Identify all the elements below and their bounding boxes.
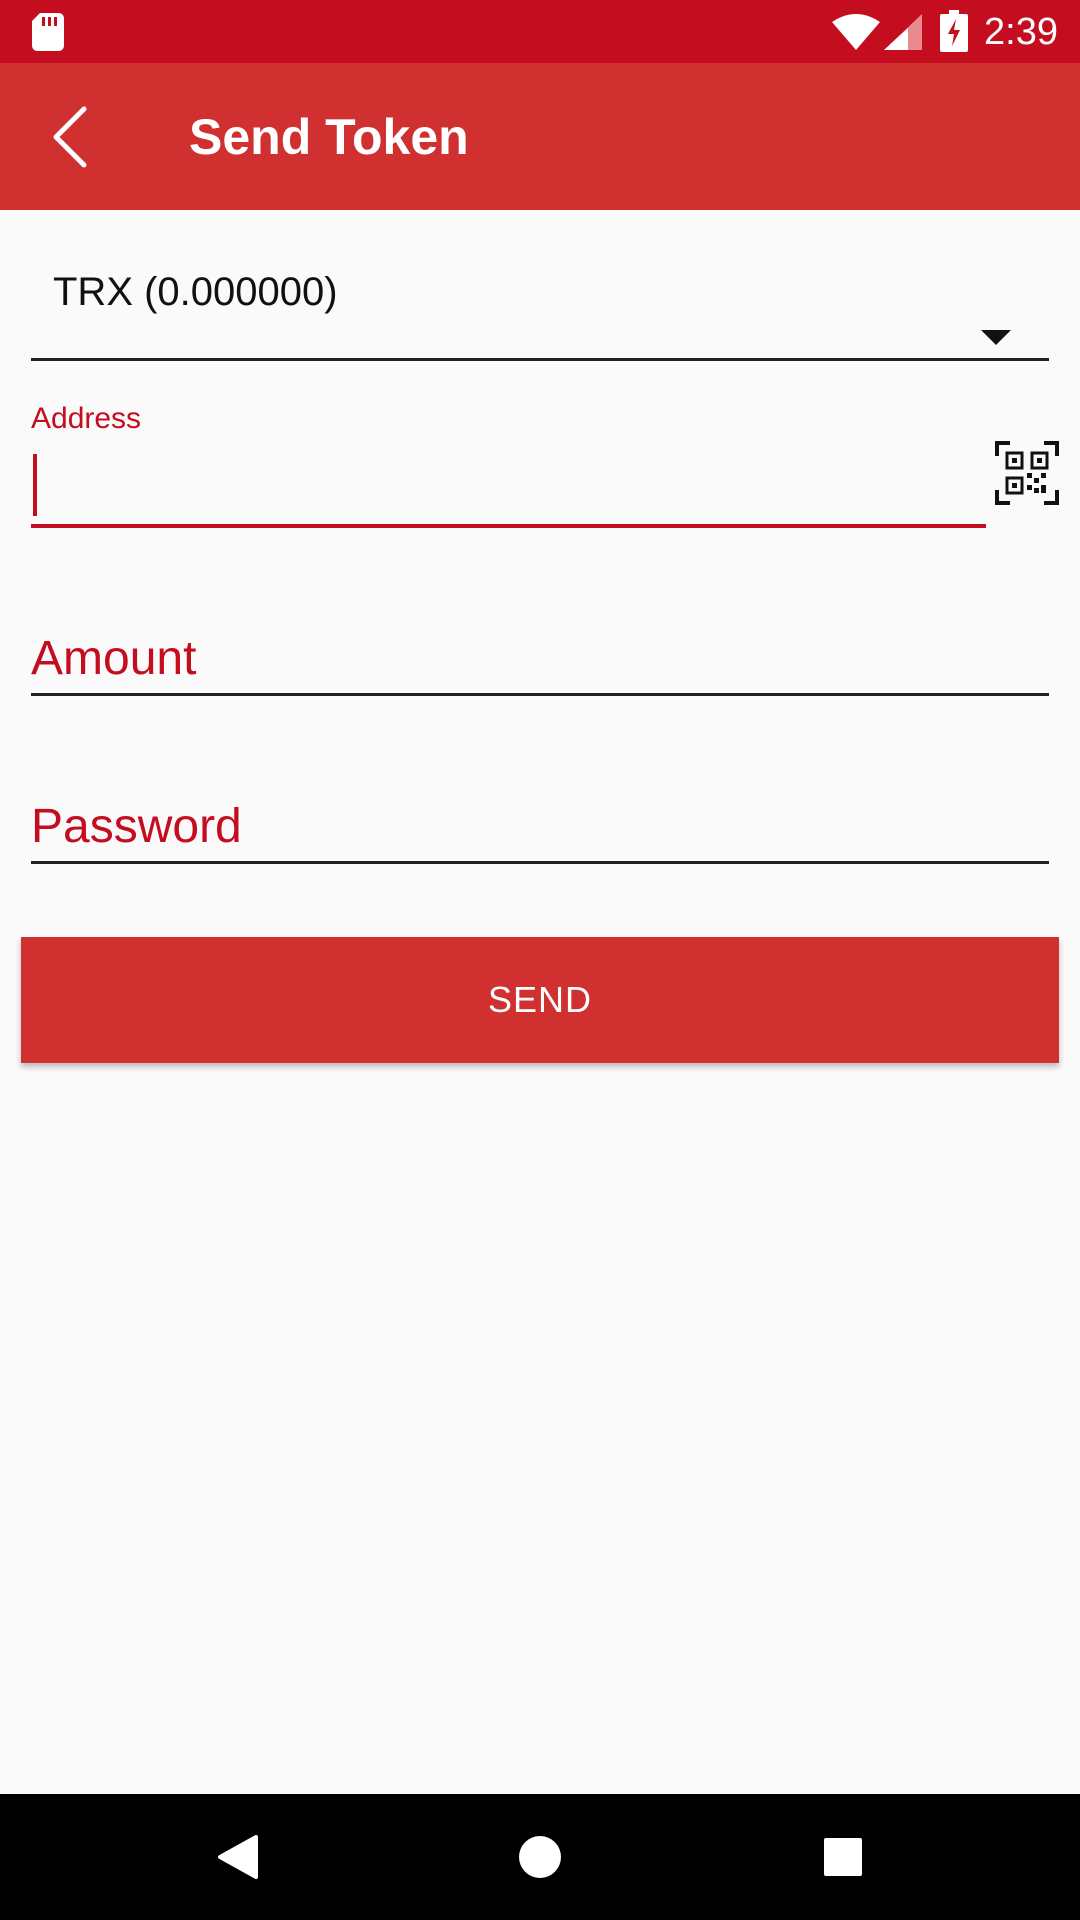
token-select[interactable]: TRX (0.000000): [31, 242, 1049, 361]
token-select-value: TRX (0.000000): [53, 270, 338, 314]
nav-home-button[interactable]: [505, 1822, 575, 1892]
status-bar: 2:39: [0, 0, 1080, 63]
navigation-bar: [0, 1794, 1080, 1920]
qr-scan-button[interactable]: [994, 440, 1060, 506]
qr-scan-icon: [995, 441, 1059, 505]
address-label: Address: [31, 402, 142, 435]
battery-charging-icon: [940, 10, 968, 52]
sd-card-icon: [32, 13, 64, 51]
nav-back-button[interactable]: [203, 1822, 273, 1892]
back-button[interactable]: [30, 97, 110, 177]
password-field[interactable]: [31, 791, 1049, 864]
password-input[interactable]: [31, 791, 1049, 861]
signal-icon: [884, 14, 922, 50]
address-input[interactable]: [31, 448, 986, 524]
nav-recent-icon: [824, 1838, 862, 1876]
nav-back-icon: [218, 1835, 258, 1879]
nav-recent-button[interactable]: [808, 1822, 878, 1892]
amount-input[interactable]: [31, 623, 1049, 693]
amount-field[interactable]: [31, 623, 1049, 696]
back-arrow-icon: [53, 106, 87, 168]
app-bar: Send Token: [0, 63, 1080, 210]
page-title: Send Token: [189, 109, 469, 165]
address-field[interactable]: [31, 448, 986, 528]
chevron-down-icon: [981, 330, 1011, 345]
send-button[interactable]: SEND: [21, 937, 1059, 1063]
wifi-icon: [832, 14, 880, 50]
status-time: 2:39: [984, 11, 1058, 53]
nav-home-icon: [519, 1836, 561, 1878]
